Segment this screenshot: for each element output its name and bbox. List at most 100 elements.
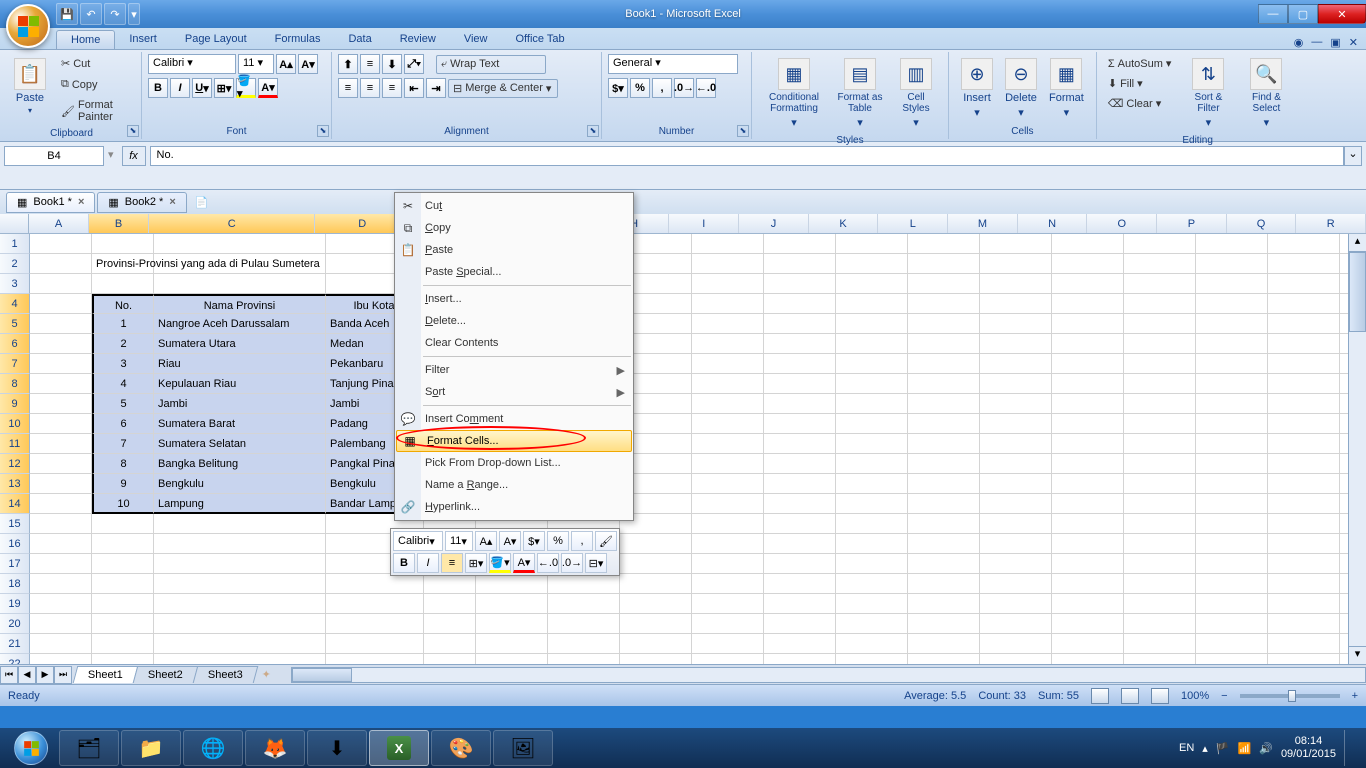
tab-home[interactable]: Home xyxy=(56,30,115,49)
cell-M6[interactable] xyxy=(980,334,1052,354)
paste-button[interactable]: 📋 Paste ▾ xyxy=(8,54,52,126)
cell-M4[interactable] xyxy=(980,294,1052,314)
mini-align-center[interactable]: ≡ xyxy=(441,553,463,573)
cell-L21[interactable] xyxy=(908,634,980,654)
align-top-button[interactable]: ⬆ xyxy=(338,54,358,74)
fill-color-button[interactable]: 🪣▾ xyxy=(236,78,256,98)
cell-D22[interactable] xyxy=(326,654,424,664)
workbook-tab[interactable]: ▦Book2 *× xyxy=(97,192,186,213)
cell-P2[interactable] xyxy=(1196,254,1268,274)
cell-Q17[interactable] xyxy=(1268,554,1340,574)
delete-cells-button[interactable]: ⊖Delete▾ xyxy=(999,54,1043,123)
cell-P1[interactable] xyxy=(1196,234,1268,254)
cell-C8[interactable]: Kepulauan Riau xyxy=(154,374,326,394)
cell-N14[interactable] xyxy=(1052,494,1124,514)
cell-O13[interactable] xyxy=(1124,474,1196,494)
cell-B10[interactable]: 6 xyxy=(92,414,154,434)
workbook-tab[interactable]: ▦Book1 *× xyxy=(6,192,95,213)
cell-J20[interactable] xyxy=(764,614,836,634)
cell-P6[interactable] xyxy=(1196,334,1268,354)
font-dialog-launcher[interactable]: ⬊ xyxy=(317,125,329,137)
mini-font-select[interactable]: Calibri▾ xyxy=(393,531,443,551)
autosum-button[interactable]: ΣAutoSum▾ xyxy=(1103,54,1177,73)
cell-K14[interactable] xyxy=(836,494,908,514)
cell-A5[interactable] xyxy=(30,314,92,334)
cell-M3[interactable] xyxy=(980,274,1052,294)
tab-view[interactable]: View xyxy=(450,30,502,49)
row-header-7[interactable]: 7 xyxy=(0,354,30,374)
cell-Q22[interactable] xyxy=(1268,654,1340,664)
col-header-A[interactable]: A xyxy=(29,214,89,233)
row-header-15[interactable]: 15 xyxy=(0,514,30,534)
cell-Q13[interactable] xyxy=(1268,474,1340,494)
cell-M19[interactable] xyxy=(980,594,1052,614)
cell-N4[interactable] xyxy=(1052,294,1124,314)
cell-P18[interactable] xyxy=(1196,574,1268,594)
taskbar-explorer[interactable]: 🗂 xyxy=(59,730,119,766)
cell-M12[interactable] xyxy=(980,454,1052,474)
cell-C11[interactable]: Sumatera Selatan xyxy=(154,434,326,454)
cell-O18[interactable] xyxy=(1124,574,1196,594)
cell-L9[interactable] xyxy=(908,394,980,414)
mini-inc-decimal[interactable]: .0→ xyxy=(561,553,583,573)
cell-L6[interactable] xyxy=(908,334,980,354)
mini-dec-decimal[interactable]: ←.0 xyxy=(537,553,559,573)
cell-I18[interactable] xyxy=(692,574,764,594)
cell-K19[interactable] xyxy=(836,594,908,614)
font-color-button[interactable]: A▾ xyxy=(258,78,278,98)
decrease-decimal-button[interactable]: ←.0 xyxy=(696,78,716,98)
cell-J17[interactable] xyxy=(764,554,836,574)
fill-button[interactable]: ⬇Fill▾ xyxy=(1103,74,1177,93)
cell-K10[interactable] xyxy=(836,414,908,434)
cell-J12[interactable] xyxy=(764,454,836,474)
cell-L3[interactable] xyxy=(908,274,980,294)
cell-A14[interactable] xyxy=(30,494,92,514)
number-dialog-launcher[interactable]: ⬊ xyxy=(737,125,749,137)
cell-L12[interactable] xyxy=(908,454,980,474)
cell-Q8[interactable] xyxy=(1268,374,1340,394)
cell-F20[interactable] xyxy=(476,614,548,634)
cell-A18[interactable] xyxy=(30,574,92,594)
col-header-B[interactable]: B xyxy=(89,214,149,233)
cell-O4[interactable] xyxy=(1124,294,1196,314)
cell-A13[interactable] xyxy=(30,474,92,494)
cell-N15[interactable] xyxy=(1052,514,1124,534)
cell-P17[interactable] xyxy=(1196,554,1268,574)
cell-O21[interactable] xyxy=(1124,634,1196,654)
cell-L7[interactable] xyxy=(908,354,980,374)
cell-N1[interactable] xyxy=(1052,234,1124,254)
taskbar-paint[interactable]: 🎨 xyxy=(431,730,491,766)
cell-D20[interactable] xyxy=(326,614,424,634)
taskbar-firefox[interactable]: 🦊 xyxy=(245,730,305,766)
cell-P22[interactable] xyxy=(1196,654,1268,664)
cell-O7[interactable] xyxy=(1124,354,1196,374)
cell-A22[interactable] xyxy=(30,654,92,664)
cell-Q11[interactable] xyxy=(1268,434,1340,454)
mini-bold[interactable]: B xyxy=(393,553,415,573)
alignment-dialog-launcher[interactable]: ⬊ xyxy=(587,125,599,137)
taskbar-excel[interactable]: X xyxy=(369,730,429,766)
cell-J6[interactable] xyxy=(764,334,836,354)
cell-J11[interactable] xyxy=(764,434,836,454)
cell-L13[interactable] xyxy=(908,474,980,494)
cell-K1[interactable] xyxy=(836,234,908,254)
cell-J9[interactable] xyxy=(764,394,836,414)
cell-O22[interactable] xyxy=(1124,654,1196,664)
cell-K20[interactable] xyxy=(836,614,908,634)
cell-Q3[interactable] xyxy=(1268,274,1340,294)
sheet-tab-sheet3[interactable]: Sheet3 xyxy=(192,666,257,683)
cell-O12[interactable] xyxy=(1124,454,1196,474)
sheet-tab-sheet2[interactable]: Sheet2 xyxy=(133,666,198,683)
tray-show-hidden[interactable]: ▴ xyxy=(1202,742,1208,755)
cell-B8[interactable]: 4 xyxy=(92,374,154,394)
qat-redo-button[interactable]: ↷ xyxy=(104,3,126,25)
comma-button[interactable]: , xyxy=(652,78,672,98)
cell-A7[interactable] xyxy=(30,354,92,374)
cell-B12[interactable]: 8 xyxy=(92,454,154,474)
cell-K21[interactable] xyxy=(836,634,908,654)
wrap-text-button[interactable]: ⤶Wrap Text xyxy=(436,55,546,74)
taskbar-idm[interactable]: ⬇ xyxy=(307,730,367,766)
cell-L18[interactable] xyxy=(908,574,980,594)
cell-I5[interactable] xyxy=(692,314,764,334)
cell-J10[interactable] xyxy=(764,414,836,434)
